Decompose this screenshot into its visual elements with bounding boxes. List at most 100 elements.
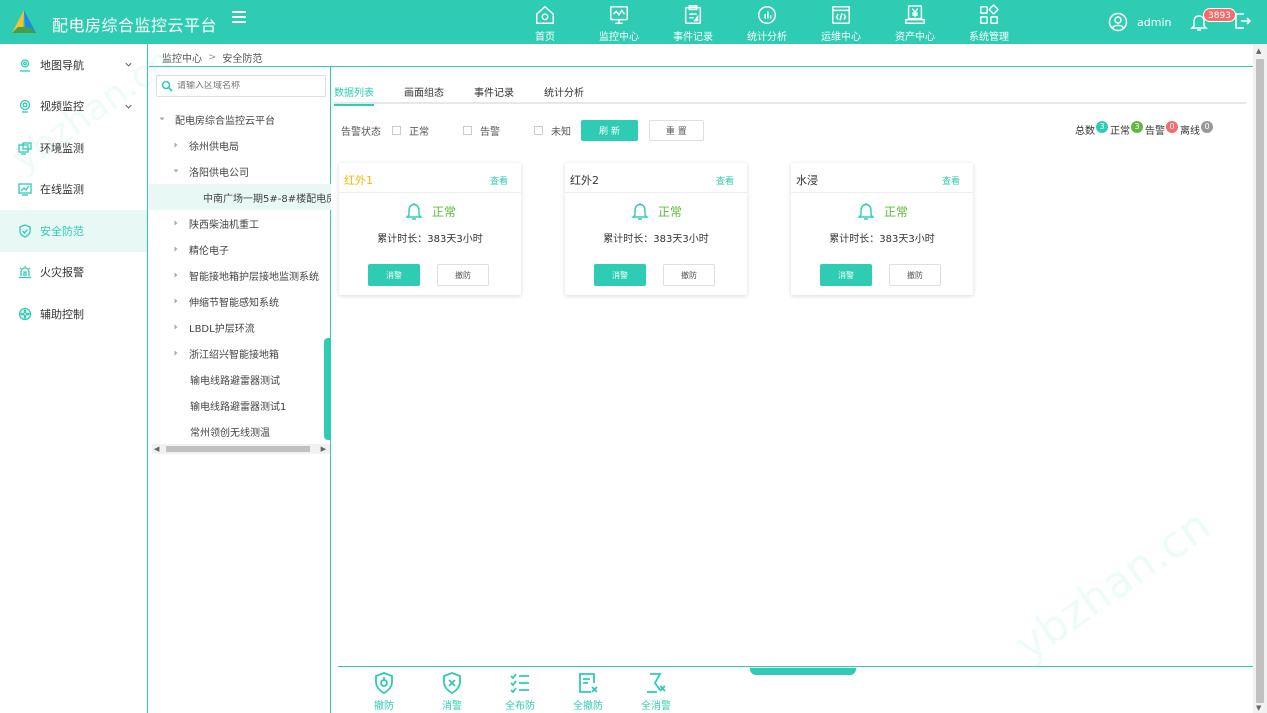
clear-alarm-button[interactable]: 消警 xyxy=(820,264,872,286)
page-vertical-scrollbar[interactable]: ▲ ▼ xyxy=(1253,44,1267,713)
bottom-bar-collapse-handle[interactable] xyxy=(750,668,856,675)
menu-toggle-button[interactable] xyxy=(232,11,246,25)
caret-right-icon[interactable] xyxy=(172,323,180,331)
nav-home[interactable]: 首页 xyxy=(508,0,582,44)
caret-down-icon[interactable] xyxy=(158,115,166,123)
tree-node-label: LBDL护层环流 xyxy=(189,323,255,335)
nav-assets[interactable]: 资产中心 xyxy=(878,0,952,44)
action-label: 消警 xyxy=(442,701,462,712)
nav-operations[interactable]: 运维中心 xyxy=(804,0,878,44)
tab-statistics[interactable]: 统计分析 xyxy=(544,84,584,104)
logout-icon[interactable] xyxy=(1232,11,1252,31)
clear-alarm-button[interactable]: 消警 xyxy=(368,264,420,286)
nav-monitor-center[interactable]: 监控中心 xyxy=(582,0,656,44)
online-chart-icon xyxy=(18,183,32,196)
card-status: 正常 xyxy=(565,201,747,221)
breadcrumb-root[interactable]: 监控中心 xyxy=(162,50,202,65)
action-label: 全消警 xyxy=(641,701,671,712)
sidebar-item-online-monitoring[interactable]: 在线监测 xyxy=(0,169,147,211)
sidebar-item-video-monitoring[interactable]: 视频监控 xyxy=(0,86,147,128)
filter-unknown-checkbox[interactable]: 未知 xyxy=(534,123,571,138)
filter-alarm-checkbox[interactable]: 告警 xyxy=(463,123,500,138)
checkbox-box[interactable] xyxy=(463,125,472,135)
scrollbar-thumb[interactable] xyxy=(1256,59,1264,703)
clear-all-alarms-action[interactable]: 全消警 xyxy=(622,671,690,712)
card-duration: 累计时长：383天3小时 xyxy=(603,234,709,245)
tree-node[interactable]: 输电线路避雷器测试 xyxy=(149,366,331,392)
tree-node[interactable]: 中南广场一期5#-8#楼配电房 xyxy=(149,184,331,210)
user-avatar-icon xyxy=(1108,12,1128,32)
sidebar-item-environment[interactable]: 环境监测 xyxy=(0,127,147,169)
scroll-up-icon[interactable]: ▲ xyxy=(1256,47,1261,55)
tree-node[interactable]: 常州领创无线测温 xyxy=(149,418,331,444)
tree-node-label: 徐州供电局 xyxy=(189,141,239,153)
tree-node[interactable]: 智能接地箱护层接地监测系统 xyxy=(149,262,331,288)
nav-event-records[interactable]: 事件记录 xyxy=(656,0,730,44)
card-view-link[interactable]: 查看 xyxy=(942,174,960,187)
tab-event-records[interactable]: 事件记录 xyxy=(474,84,514,104)
card-view-link[interactable]: 查看 xyxy=(716,174,734,187)
person-x-icon xyxy=(647,673,666,693)
nav-system-management[interactable]: 系统管理 xyxy=(952,0,1026,44)
checkbox-box[interactable] xyxy=(392,125,401,135)
tree-node[interactable]: 浙江绍兴智能接地箱 xyxy=(149,340,331,366)
tree-node-label: 陕西柴油机重工 xyxy=(189,219,259,231)
tree-node[interactable]: 陕西柴油机重工 xyxy=(149,210,331,236)
normal-label: 正常 xyxy=(1110,126,1130,137)
scroll-down-icon[interactable]: ▼ xyxy=(1256,704,1261,712)
arm-all-action[interactable]: 全布防 xyxy=(486,671,554,712)
reset-button[interactable]: 重 置 xyxy=(648,119,704,141)
caret-right-icon[interactable] xyxy=(172,219,180,227)
shield-clear-icon xyxy=(443,672,461,695)
card-view-link[interactable]: 查看 xyxy=(490,174,508,187)
caret-right-icon[interactable] xyxy=(172,297,180,305)
caret-right-icon[interactable] xyxy=(172,349,180,357)
alarm-count-badge: 3893 xyxy=(1203,8,1236,22)
caret-right-icon[interactable] xyxy=(172,245,180,253)
tree-node[interactable]: 徐州供电局 xyxy=(149,132,331,158)
tree-node[interactable]: 伸缩节智能感知系统 xyxy=(149,288,331,314)
tree-node[interactable]: 精伦电子 xyxy=(149,236,331,262)
sidebar-item-map-navigation[interactable]: 地图导航 xyxy=(0,44,147,86)
caret-right-icon[interactable] xyxy=(172,141,180,149)
tree-node-label: 常州领创无线测温 xyxy=(190,427,270,439)
region-search-input[interactable] xyxy=(177,81,317,91)
tree-node[interactable]: LBDL护层环流 xyxy=(149,314,331,340)
caret-right-icon[interactable] xyxy=(172,271,180,279)
sidebar-item-label: 环境监测 xyxy=(40,141,84,155)
scrollbar-thumb[interactable] xyxy=(166,446,310,452)
tree-node[interactable]: 配电房综合监控云平台 xyxy=(149,106,331,132)
tree-node[interactable]: 输电线路避雷器测试1 xyxy=(149,392,331,418)
disarm-all-action[interactable]: 全撤防 xyxy=(554,671,622,712)
username: admin xyxy=(1137,15,1172,29)
caret-down-icon[interactable] xyxy=(172,167,180,175)
disarm-action[interactable]: 撤防 xyxy=(350,671,418,712)
filter-normal-checkbox[interactable]: 正常 xyxy=(392,123,429,138)
scroll-left-icon[interactable]: ◀ xyxy=(154,445,159,453)
tree-horizontal-scrollbar[interactable]: ◀ ▶ xyxy=(152,444,330,454)
tab-screen-config[interactable]: 画面组态 xyxy=(404,84,444,104)
tree-node-label: 输电线路避雷器测试1 xyxy=(190,401,287,413)
sidebar-item-fire-alarm[interactable]: 火灾报警 xyxy=(0,252,147,294)
map-pin-icon xyxy=(20,59,30,72)
sidebar-item-label: 地图导航 xyxy=(40,58,84,72)
tab-data-list[interactable]: 数据列表 xyxy=(334,84,374,106)
offline-label: 离线 xyxy=(1180,126,1200,137)
checkbox-box[interactable] xyxy=(534,125,543,135)
clear-alarm-button[interactable]: 消警 xyxy=(594,264,646,286)
nav-statistics[interactable]: 统计分析 xyxy=(730,0,804,44)
clear-alarm-action[interactable]: 消警 xyxy=(418,671,486,712)
refresh-button[interactable]: 刷 新 xyxy=(581,119,638,141)
tree-collapse-handle[interactable] xyxy=(324,338,331,440)
user-menu[interactable]: admin xyxy=(1108,12,1171,32)
disarm-button[interactable]: 撤防 xyxy=(889,264,941,286)
disarm-button[interactable]: 撤防 xyxy=(437,264,489,286)
tree-node[interactable]: 洛阳供电公司 xyxy=(149,158,331,184)
search-icon xyxy=(161,80,173,92)
disarm-button[interactable]: 撤防 xyxy=(663,264,715,286)
sidebar-item-security[interactable]: 安全防范 xyxy=(0,210,147,252)
alarm-status-filter: 告警状态 正常 告警 未知 刷 新 重 置 xyxy=(341,119,704,141)
sidebar-item-auxiliary-control[interactable]: 辅助控制 xyxy=(0,293,147,335)
scroll-right-icon[interactable]: ▶ xyxy=(321,445,326,453)
environment-icon xyxy=(18,142,32,155)
